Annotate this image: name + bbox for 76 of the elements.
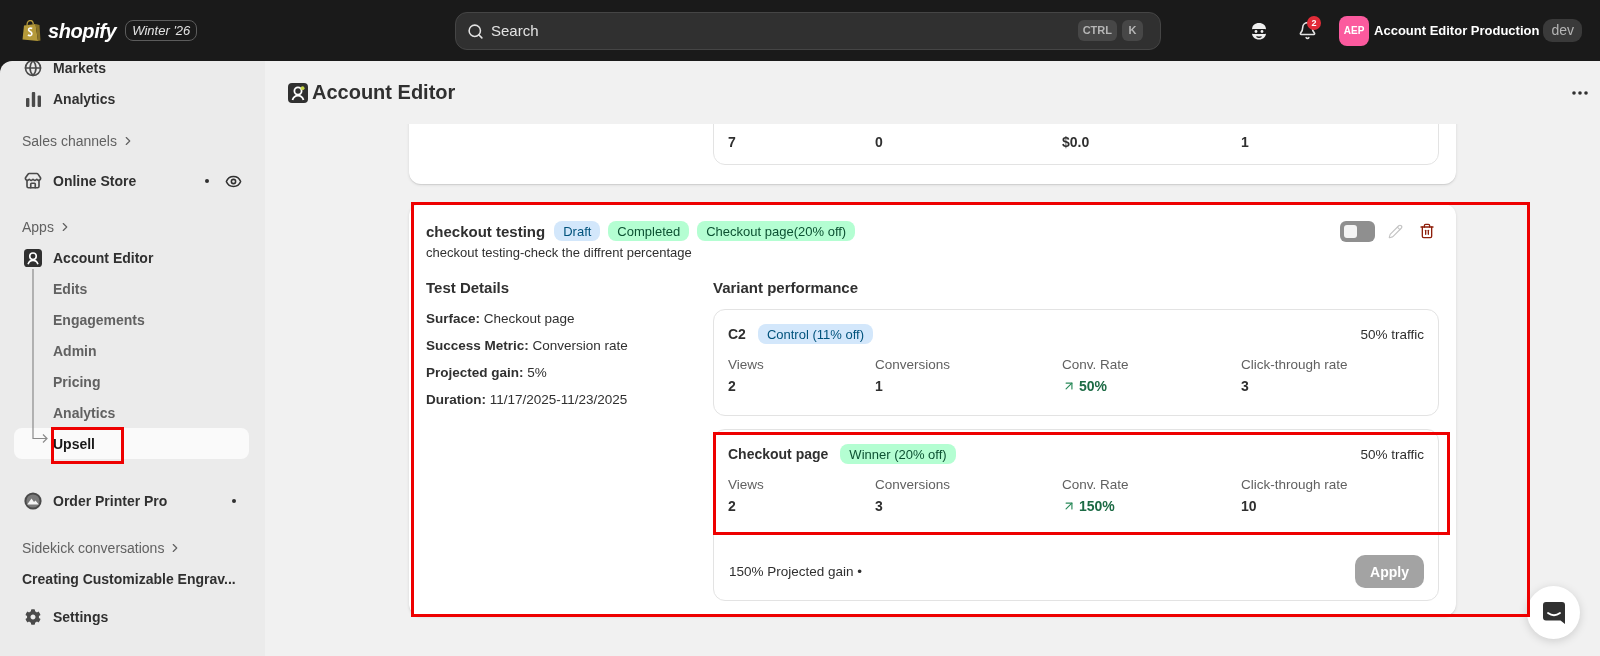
- mountain-circle-icon: [24, 492, 42, 510]
- variant-name: C2: [728, 326, 746, 342]
- metric-label: Views: [728, 476, 764, 494]
- metric-label: Click-through rate: [1241, 356, 1348, 374]
- metric-value: 3: [1241, 377, 1249, 395]
- store-badge: dev: [1543, 19, 1582, 42]
- metric-value: 3: [875, 497, 883, 515]
- store-avatar[interactable]: AEP: [1339, 15, 1370, 46]
- metric-value: 150%: [1062, 497, 1115, 515]
- sidebar-item[interactable]: Order Printer Pro: [14, 486, 249, 516]
- metric-value: 1: [1241, 133, 1249, 151]
- metric-value: 50%: [1062, 377, 1108, 395]
- status-tag: Completed: [608, 221, 690, 241]
- sidebar-subitem[interactable]: Analytics: [14, 397, 249, 428]
- status-tag: Checkout page(20% off): [697, 221, 856, 241]
- sidebar-subitem[interactable]: Pricing: [14, 366, 249, 397]
- variant-name: Checkout page: [728, 446, 829, 462]
- metric-label: Conv. Rate: [1062, 476, 1129, 494]
- metric-value: 7: [728, 133, 736, 151]
- trash-icon: [1419, 223, 1435, 239]
- person-tile-icon: [288, 82, 308, 103]
- test-title: checkout testing: [426, 222, 546, 240]
- chat-bubble-icon: [1541, 600, 1566, 625]
- notification-count: 2: [1307, 15, 1322, 30]
- metric-label: Conversions: [875, 476, 951, 494]
- sidebar-item[interactable]: Analytics: [14, 84, 249, 114]
- globe-icon: [24, 61, 42, 77]
- detail-text: Surface: Checkout page: [426, 310, 576, 328]
- variant-tag: Winner (20% off): [840, 444, 956, 464]
- shopify-wordmark: shopify: [48, 18, 117, 43]
- page-title: Account Editor: [312, 81, 456, 104]
- bell-icon: [1297, 21, 1317, 40]
- metric-value: 10: [1241, 497, 1257, 515]
- section-title: Test Details: [426, 279, 511, 297]
- more-icon: [1572, 90, 1588, 95]
- metric-value: $0.0: [1062, 133, 1090, 151]
- projected-gain-text: 150% Projected gain •: [729, 564, 863, 579]
- traffic-share: 50% traffic: [1360, 446, 1424, 462]
- metric-value: 0: [875, 133, 883, 151]
- sidebar-subitem[interactable]: Admin: [14, 335, 249, 366]
- person-tile-icon: [24, 249, 42, 267]
- detail-text: Duration: 11/17/2025-11/23/2025: [426, 391, 629, 409]
- metric-label: Views: [728, 356, 764, 374]
- sidebar-section-link[interactable]: Sidekick conversations: [14, 533, 249, 563]
- metric-value: 1: [875, 377, 883, 395]
- sidebar-item[interactable]: Account Editor: [14, 243, 249, 273]
- sidebar-conversation-link[interactable]: Creating Customizable Engrav...: [14, 564, 249, 594]
- metric-label: Click-through rate: [1241, 476, 1348, 494]
- metric-value: 2: [728, 497, 736, 515]
- shopping-bag-logo-icon: [22, 19, 41, 42]
- settings-icon: [25, 609, 41, 625]
- pencil-icon: [1387, 223, 1403, 239]
- status-tag: Draft: [554, 221, 601, 241]
- bar-chart-icon: [25, 91, 41, 107]
- detail-text: Success Metric: Conversion rate: [426, 337, 629, 355]
- notifications-button[interactable]: 2: [1291, 14, 1324, 47]
- test-description: checkout testing-check the diffrent percentage: [426, 244, 693, 262]
- edition-badge: Winter '26: [125, 20, 198, 41]
- sidebar-item[interactable]: Settings: [14, 602, 249, 632]
- metric-label: Conv. Rate: [1062, 356, 1129, 374]
- variant-tag: Control (11% off): [757, 324, 873, 344]
- sidebar-item[interactable]: Online Store: [14, 166, 249, 196]
- sidebar-subitem[interactable]: Engagements: [14, 304, 249, 335]
- metric-label: Conversions: [875, 356, 951, 374]
- metric-value: 2: [728, 377, 736, 395]
- search-icon: [467, 22, 484, 40]
- enable-toggle[interactable]: [1340, 220, 1375, 242]
- section-title: Variant performance: [713, 279, 860, 297]
- detail-text: Projected gain: 5%: [426, 364, 548, 382]
- traffic-share: 50% traffic: [1360, 326, 1424, 342]
- store-icon: [24, 172, 42, 190]
- store-name[interactable]: Account Editor Production: [1374, 23, 1540, 38]
- sidebar-item[interactable]: Markets: [14, 61, 249, 83]
- sidebar-section-link[interactable]: Sales channels: [14, 126, 249, 156]
- sidebar-subitem[interactable]: Edits: [14, 273, 249, 304]
- sidebar-section-link[interactable]: Apps: [14, 212, 249, 242]
